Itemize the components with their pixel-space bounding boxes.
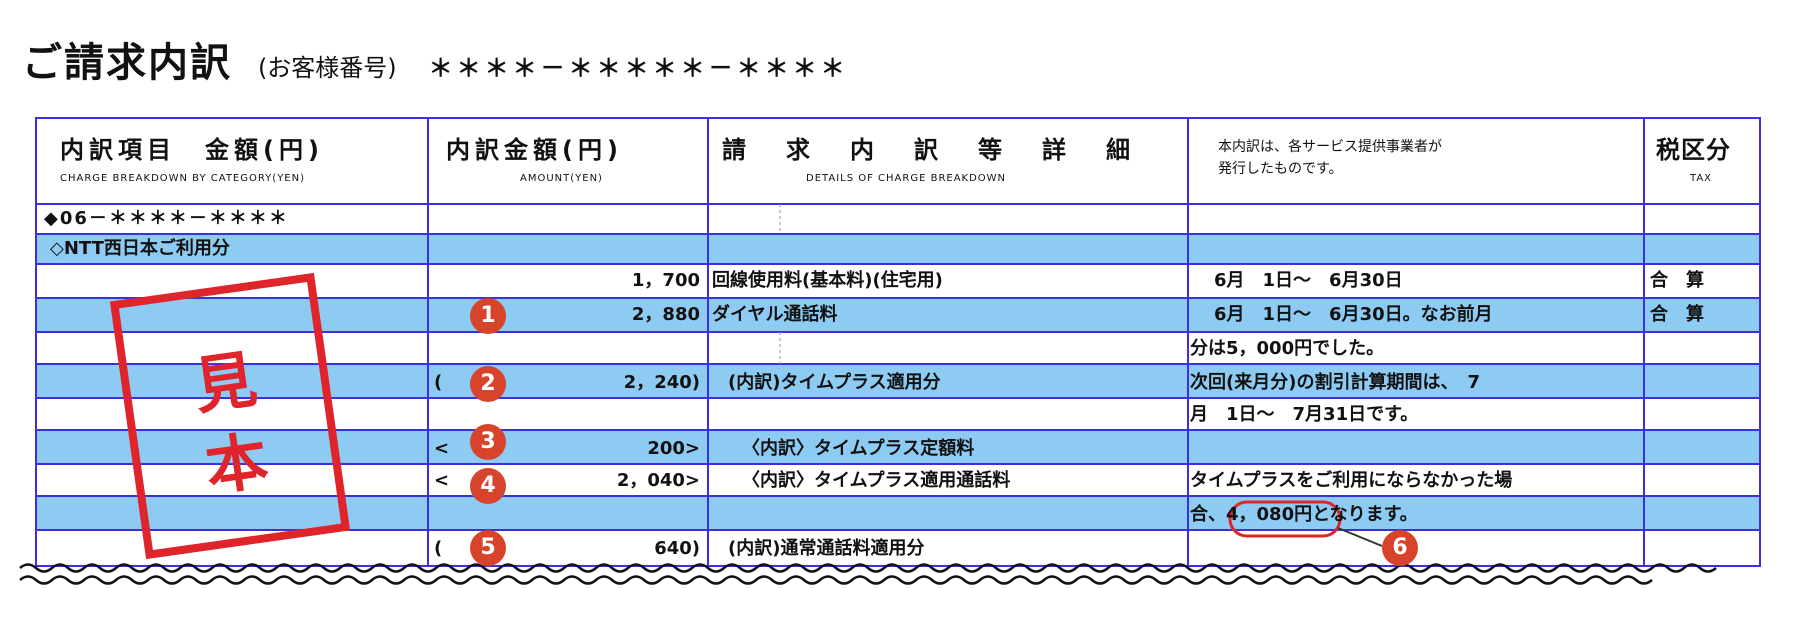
header-tax-en: TAX <box>1690 173 1713 184</box>
stamp-char-1: 見 <box>189 342 262 424</box>
row-item: 〈内訳〉タイムプラス適用通話料 <box>742 470 1011 491</box>
header-category-en: CHARGE BREAKDOWN BY CATEGORY(YEN) <box>60 173 306 184</box>
row-detail: タイムプラスをご利用にならなかった場 <box>1190 470 1513 491</box>
highlighted-amount: 4，080円 <box>1226 504 1313 525</box>
tear-line <box>19 563 1717 585</box>
account-line: ◆06－＊＊＊＊－＊＊＊＊ <box>44 208 289 229</box>
callout-badge-6: 6 <box>1382 530 1418 566</box>
row-tax: 合 算 <box>1650 304 1704 325</box>
stamp-char-2: 本 <box>200 423 273 505</box>
band-row <box>36 234 1760 264</box>
header-details: 請求内訳等詳細 <box>722 136 1170 164</box>
callout-badge-2: 2 <box>470 366 506 402</box>
row-detail: 6月 1日～ 6月30日。なお前月 <box>1196 304 1493 325</box>
header-note-1: 本内訳は、各サービス提供事業者が <box>1218 139 1442 155</box>
row-item: (内訳)タイムプラス適用分 <box>728 372 941 393</box>
row-detail-part: 合、 <box>1190 504 1226 525</box>
callout-badge-5: 5 <box>470 530 506 566</box>
callout-badge-4: 4 <box>470 468 506 504</box>
row-tax: 合 算 <box>1650 270 1704 291</box>
row-detail-part: となります。 <box>1312 504 1418 525</box>
row-detail: 分は5，000円でした。 <box>1190 338 1385 359</box>
row-detail: 次回(来月分)の割引計算期間は、 7 <box>1190 372 1480 393</box>
header-details-en: DETAILS OF CHARGE BREAKDOWN <box>806 173 1007 184</box>
header-amount: 内訳金額(円) <box>446 136 623 164</box>
row-item: ダイヤル通話料 <box>712 304 838 325</box>
sample-stamp: 見 本 <box>109 272 351 560</box>
row-amount: 1，700 <box>631 270 700 291</box>
header-tax: 税区分 <box>1656 136 1731 164</box>
header-note-2: 発行したものです。 <box>1218 161 1343 177</box>
row-detail: 合、4，080円となります。 <box>1190 506 1418 524</box>
row-item: (内訳)通常通話料適用分 <box>728 538 925 559</box>
row-item: 回線使用料(基本料)(住宅用) <box>712 270 943 291</box>
header-category: 内訳項目 金額(円) <box>60 136 324 164</box>
provider-line: ◇NTT西日本ご利用分 <box>50 238 230 259</box>
header-amount-en: AMOUNT(YEN) <box>520 173 603 184</box>
row-detail: 月 1日～ 7月31日です。 <box>1190 404 1419 425</box>
row-detail: 6月 1日～ 6月30日 <box>1196 270 1403 291</box>
callout-badge-1: 1 <box>470 298 506 334</box>
callout-badge-3: 3 <box>470 424 506 460</box>
row-item: 〈内訳〉タイムプラス定額料 <box>742 438 975 459</box>
